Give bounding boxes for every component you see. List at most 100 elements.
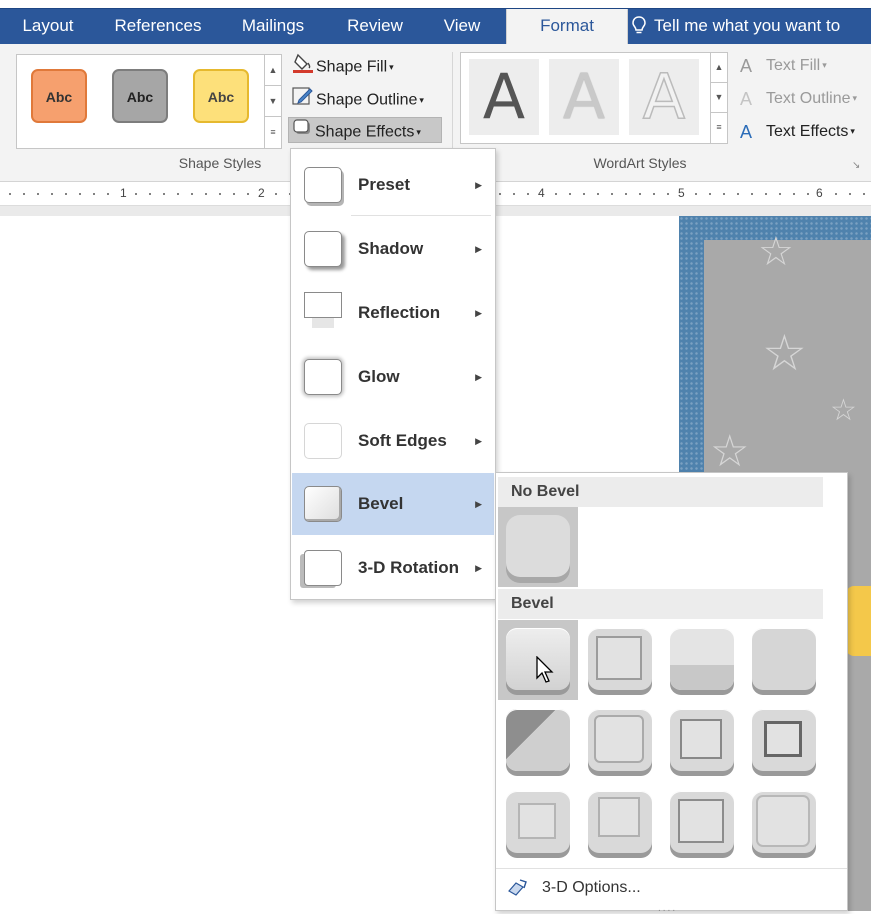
wordart-scroll-down[interactable]: ▼: [710, 82, 728, 113]
wordart-style-solid[interactable]: A: [469, 59, 539, 135]
gallery-scroll-down[interactable]: ▼: [264, 85, 282, 117]
lightbulb-icon: [632, 16, 646, 34]
wordart-more[interactable]: ≡: [710, 112, 728, 144]
bevel-header: Bevel: [498, 589, 823, 619]
menu-separator: [351, 215, 491, 216]
ruler-number: 5: [676, 186, 687, 200]
shape-effects-button[interactable]: Shape Effects ▾: [288, 117, 442, 143]
tell-me-text: Tell me what you want to: [654, 16, 841, 35]
menu-item-label: Soft Edges: [358, 431, 447, 450]
bevel-tile: [752, 791, 816, 853]
tab-format[interactable]: Format: [506, 9, 628, 45]
star-decoration: ☆: [710, 427, 750, 476]
bevel-option-convex[interactable]: [662, 701, 742, 781]
bevel-option-angle[interactable]: [498, 701, 578, 781]
gallery-scroll-up[interactable]: ▲: [264, 54, 282, 86]
star-decoration: ☆: [762, 325, 807, 381]
bevel-option-art-deco[interactable]: [744, 783, 824, 863]
shape-style-yellow[interactable]: Abc: [193, 69, 249, 123]
menu-item-glow[interactable]: Glow ▶: [292, 346, 494, 408]
text-fill-button[interactable]: A Text Fill ▾: [738, 52, 827, 78]
ruler-number: 6: [814, 186, 825, 200]
star-decoration: ☆: [830, 394, 857, 427]
shape-styles-gallery: Abc Abc Abc: [16, 54, 266, 149]
dialog-launcher-icon[interactable]: ↘: [852, 160, 860, 171]
bevel-tile: [670, 628, 734, 690]
submenu-arrow-icon: ▶: [475, 180, 482, 190]
text-fill-label: Text Fill: [766, 57, 821, 74]
star-decoration: ☆: [758, 230, 794, 274]
shape-effects-icon: [291, 118, 315, 147]
text-effects-button[interactable]: A Text Effects ▾: [738, 118, 855, 144]
menu-item-label: Shadow: [358, 239, 424, 258]
menu-item-soft-edges[interactable]: Soft Edges ▶: [292, 410, 494, 472]
bevel-tile: [506, 791, 570, 853]
bevel-icon: [304, 486, 342, 522]
text-outline-icon: A: [740, 88, 753, 109]
3d-rotation-icon: [304, 550, 342, 586]
bevel-option-cross[interactable]: [662, 620, 742, 700]
wordart-style-outline[interactable]: A: [629, 59, 699, 135]
bevel-tile: [752, 709, 816, 771]
bevel-option-relaxed-inset[interactable]: [580, 620, 660, 700]
bevel-tile: [670, 709, 734, 771]
tab-review[interactable]: Review: [332, 9, 418, 45]
ruler-number: 2: [256, 186, 267, 200]
no-bevel-header: No Bevel: [498, 477, 823, 507]
tab-layout[interactable]: Layout: [0, 9, 96, 45]
pencil-icon: [292, 85, 316, 116]
paint-bucket-icon: [292, 52, 316, 83]
bevel-option-riblet[interactable]: [580, 783, 660, 863]
submenu-arrow-icon: ▶: [475, 308, 482, 318]
text-outline-button[interactable]: A Text Outline ▾: [738, 85, 857, 111]
tab-references[interactable]: References: [100, 9, 216, 45]
bevel-tile: [588, 791, 652, 853]
menu-item-3d-rotation[interactable]: 3-D Rotation ▶: [292, 537, 494, 599]
tab-view[interactable]: View: [428, 9, 496, 45]
wordart-style-light[interactable]: A: [549, 59, 619, 135]
text-effects-icon: A: [740, 121, 753, 142]
menu-item-preset[interactable]: Preset ▶: [292, 154, 494, 216]
menu-item-bevel[interactable]: Bevel ▶: [292, 473, 494, 535]
bevel-tile: [752, 628, 816, 690]
wordart-styles-group-label: WordArt Styles: [593, 155, 687, 171]
text-outline-label: Text Outline: [766, 90, 851, 107]
menu-item-label: Reflection: [358, 303, 441, 322]
preset-icon: [304, 167, 342, 203]
bevel-option-cool-slant[interactable]: [744, 620, 824, 700]
shape-outline-button[interactable]: Shape Outline ▾: [290, 85, 424, 111]
text-effects-label: Text Effects: [766, 123, 849, 140]
bevel-option-hard-edge[interactable]: [662, 783, 742, 863]
resize-grip[interactable]: ....: [658, 903, 677, 914]
glow-icon: [304, 359, 342, 395]
bevel-submenu: No Bevel Bevel 3-D Options... ....: [495, 472, 848, 914]
menu-item-reflection[interactable]: Reflection ▶: [292, 282, 494, 344]
bevel-tile: [506, 709, 570, 771]
bevel-option-divot[interactable]: [498, 783, 578, 863]
bevel-option-slope[interactable]: [744, 701, 824, 781]
no-bevel-option[interactable]: [498, 507, 578, 587]
shadow-icon: [304, 231, 342, 267]
3d-options-icon: [506, 877, 530, 904]
no-bevel-tile: [506, 515, 570, 577]
tell-me-search[interactable]: Tell me what you want to: [632, 9, 871, 45]
menu-item-label: Preset: [358, 175, 410, 194]
submenu-arrow-icon: ▶: [475, 372, 482, 382]
wordart-gallery: A A A: [460, 52, 728, 144]
bevel-tile: [588, 709, 652, 771]
submenu-arrow-icon: ▶: [475, 244, 482, 254]
wordart-scroll-up[interactable]: ▲: [710, 52, 728, 83]
menu-item-label: Bevel: [358, 494, 404, 513]
shape-style-gray[interactable]: Abc: [112, 69, 168, 123]
ruler-number: 1: [118, 186, 129, 200]
menu-item-shadow[interactable]: Shadow ▶: [292, 218, 494, 280]
shape-fill-button[interactable]: Shape Fill ▾: [290, 52, 394, 78]
shape-outline-label: Shape Outline: [316, 91, 418, 109]
tab-mailings[interactable]: Mailings: [226, 9, 320, 45]
3d-options-item[interactable]: 3-D Options... ....: [496, 868, 847, 914]
shape-style-orange[interactable]: Abc: [31, 69, 87, 123]
shape-effects-menu: Preset ▶ Shadow ▶ Reflection ▶ Glow ▶ So…: [290, 148, 496, 600]
gallery-more[interactable]: ≡: [264, 116, 282, 149]
bevel-option-soft-round[interactable]: [580, 701, 660, 781]
shape-fill-label: Shape Fill: [316, 58, 388, 76]
